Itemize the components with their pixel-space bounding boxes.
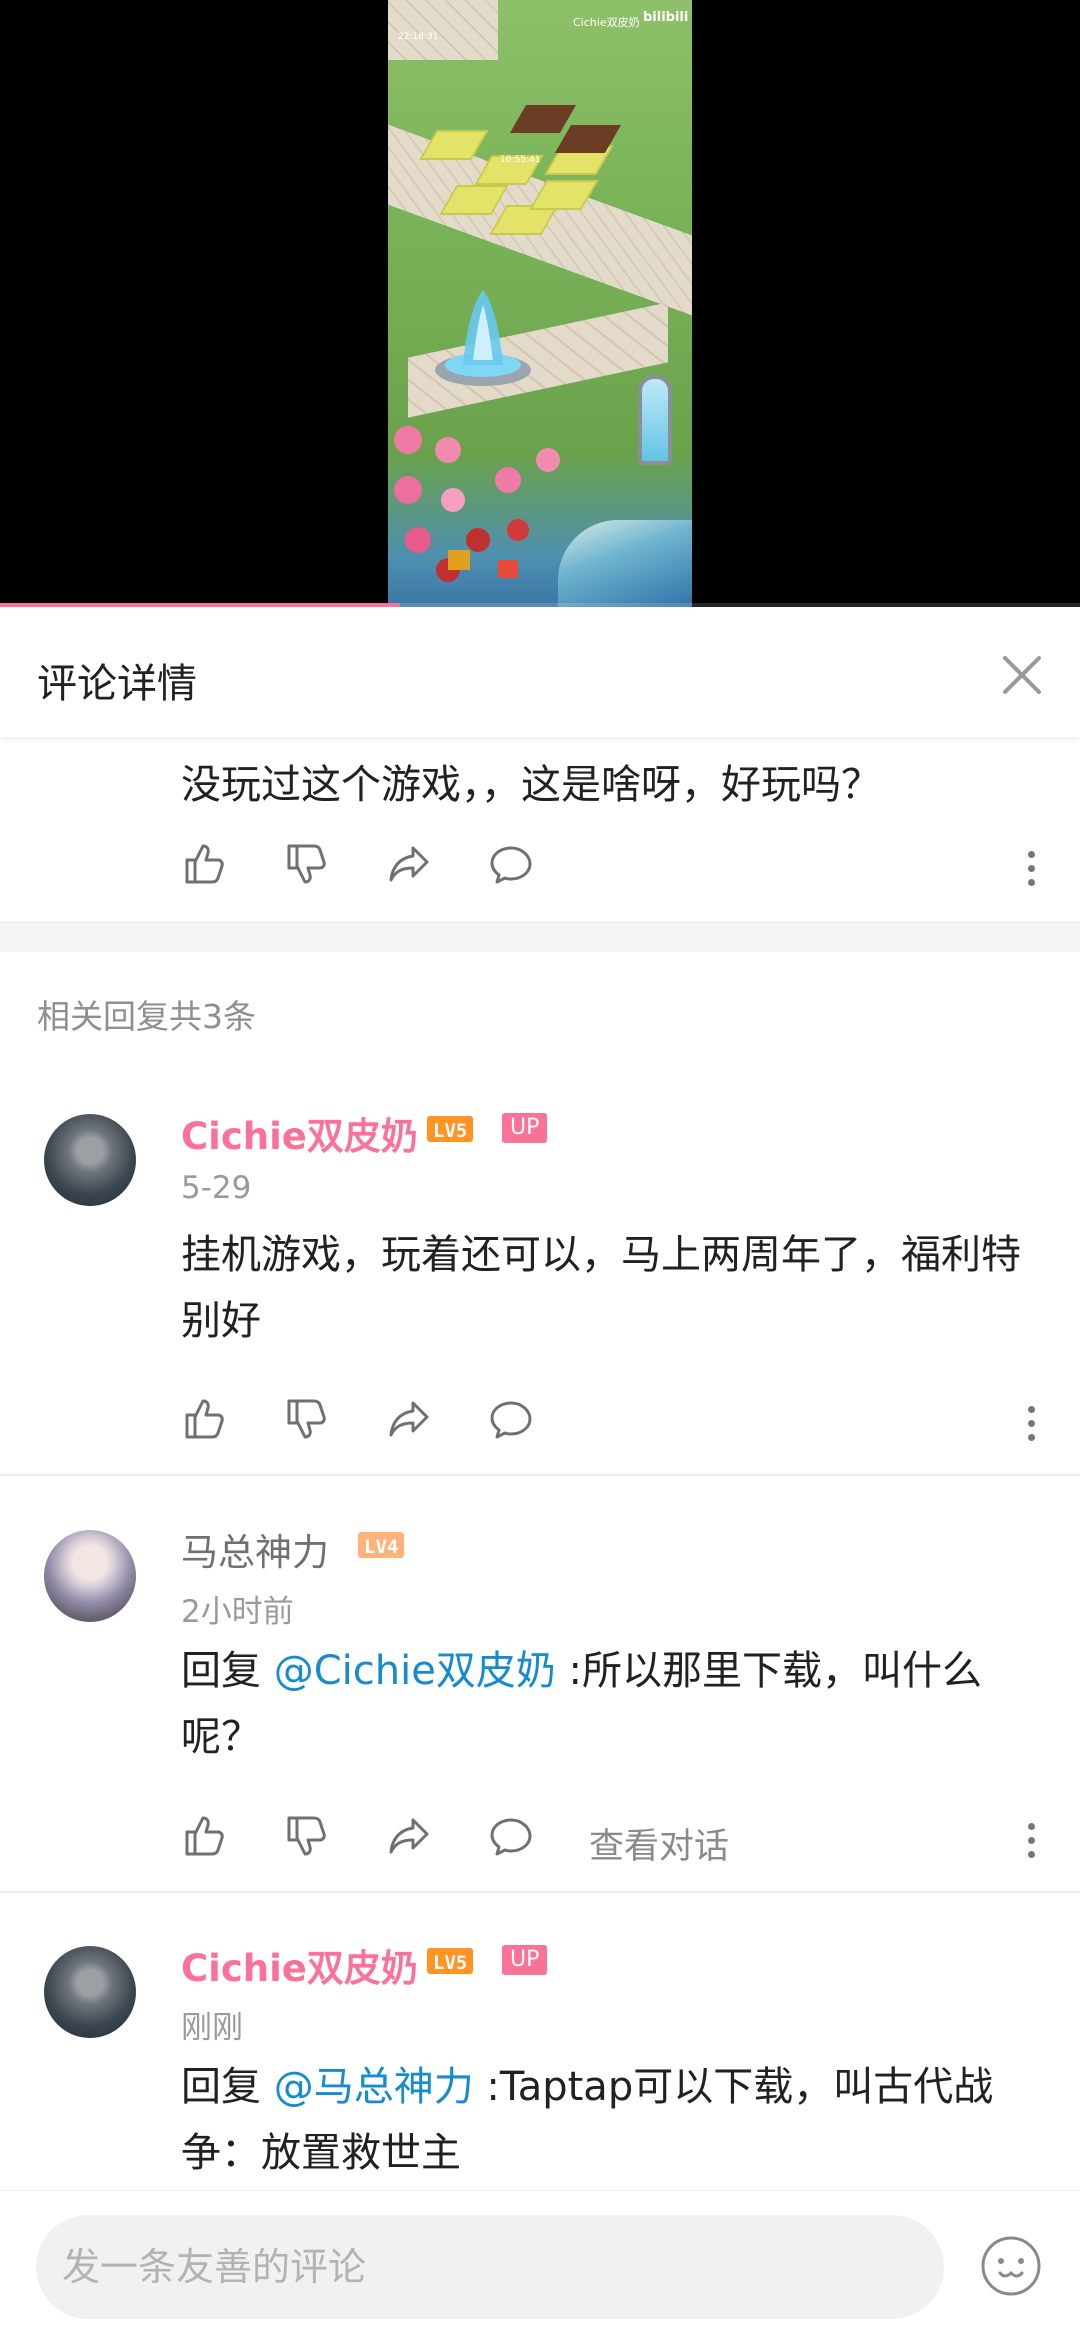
more-icon[interactable]	[1021, 1818, 1041, 1866]
reply-time: 2小时前	[181, 1594, 294, 1630]
reply-time: 5-29	[181, 1170, 252, 1206]
video-watermark-user: Cichie双皮奶	[573, 16, 640, 29]
reply-count-label: 相关回复共3条	[37, 997, 256, 1036]
mention-link[interactable]: @Cichie双皮奶	[274, 1648, 556, 1694]
see-conversation-link[interactable]: 查看对话	[589, 1818, 729, 1869]
reply-icon[interactable]	[487, 1812, 543, 1868]
video-player[interactable]: Cichie双皮奶 bilibili 22:18:31 10:55:41	[0, 0, 1080, 607]
up-badge: UP	[502, 1945, 548, 1975]
share-icon[interactable]	[385, 1395, 441, 1451]
like-icon[interactable]	[181, 840, 237, 896]
game-timer: 10:55:41	[500, 155, 541, 165]
comment-input-bar	[0, 2190, 1080, 2340]
video-frame: Cichie双皮奶 bilibili 22:18:31 10:55:41	[388, 0, 692, 607]
level-badge: LV4	[358, 1532, 405, 1558]
reply-prefix: 回复	[181, 1648, 274, 1694]
level-badge: LV5	[427, 1948, 474, 1974]
divider	[0, 1474, 1080, 1476]
avatar[interactable]	[44, 1946, 136, 2038]
divider	[0, 1891, 1080, 1893]
avatar[interactable]	[44, 1114, 136, 1206]
reply-text: 回复 @Cichie双皮奶 :所以那里下载，叫什么呢？	[181, 1638, 1041, 1770]
username[interactable]: Cichie双皮奶	[181, 1938, 418, 1992]
avatar[interactable]	[44, 1530, 136, 1622]
more-icon[interactable]	[1021, 1401, 1041, 1449]
root-comment-actions	[181, 840, 1041, 900]
like-icon[interactable]	[181, 1812, 237, 1868]
dislike-icon[interactable]	[283, 1395, 339, 1451]
share-icon[interactable]	[385, 840, 441, 896]
emoji-icon[interactable]	[980, 2235, 1042, 2297]
username[interactable]: Cichie双皮奶	[181, 1106, 418, 1160]
up-badge: UP	[502, 1113, 548, 1143]
mention-link[interactable]: @马总神力	[274, 2064, 474, 2110]
page-title: 评论详情	[37, 661, 197, 707]
reply-text: 挂机游戏，玩着还可以，马上两周年了，福利特别好	[181, 1222, 1041, 1354]
username[interactable]: 马总神力	[181, 1522, 329, 1576]
reply-content: 挂机游戏，玩着还可以，马上两周年了，福利特别好	[181, 1232, 1021, 1344]
level-badge: LV5	[427, 1116, 474, 1142]
root-comment-text: 没玩过这个游戏，，这是啥呀，好玩吗？	[181, 762, 881, 808]
close-icon[interactable]	[994, 647, 1050, 703]
reply-prefix: 回复	[181, 2064, 274, 2110]
bilibili-logo: bilibili	[643, 10, 689, 25]
share-icon[interactable]	[385, 1812, 441, 1868]
video-watermark-time: 22:18:31	[398, 32, 439, 42]
section-divider	[0, 922, 1080, 952]
reply-text: 回复 @马总神力 :Taptap可以下载，叫古代战争：放置救世主	[181, 2054, 1041, 2186]
more-icon[interactable]	[1021, 846, 1041, 894]
comment-input[interactable]	[36, 2215, 944, 2319]
reply-icon[interactable]	[487, 840, 543, 896]
reply-actions	[181, 1395, 1041, 1455]
like-icon[interactable]	[181, 1395, 237, 1451]
dislike-icon[interactable]	[283, 1812, 339, 1868]
dislike-icon[interactable]	[283, 840, 339, 896]
reply-icon[interactable]	[487, 1395, 543, 1451]
reply-time: 刚刚	[181, 2010, 243, 2046]
comment-detail-header: 评论详情	[0, 607, 1080, 737]
reply-actions: 查看对话	[181, 1812, 1041, 1872]
